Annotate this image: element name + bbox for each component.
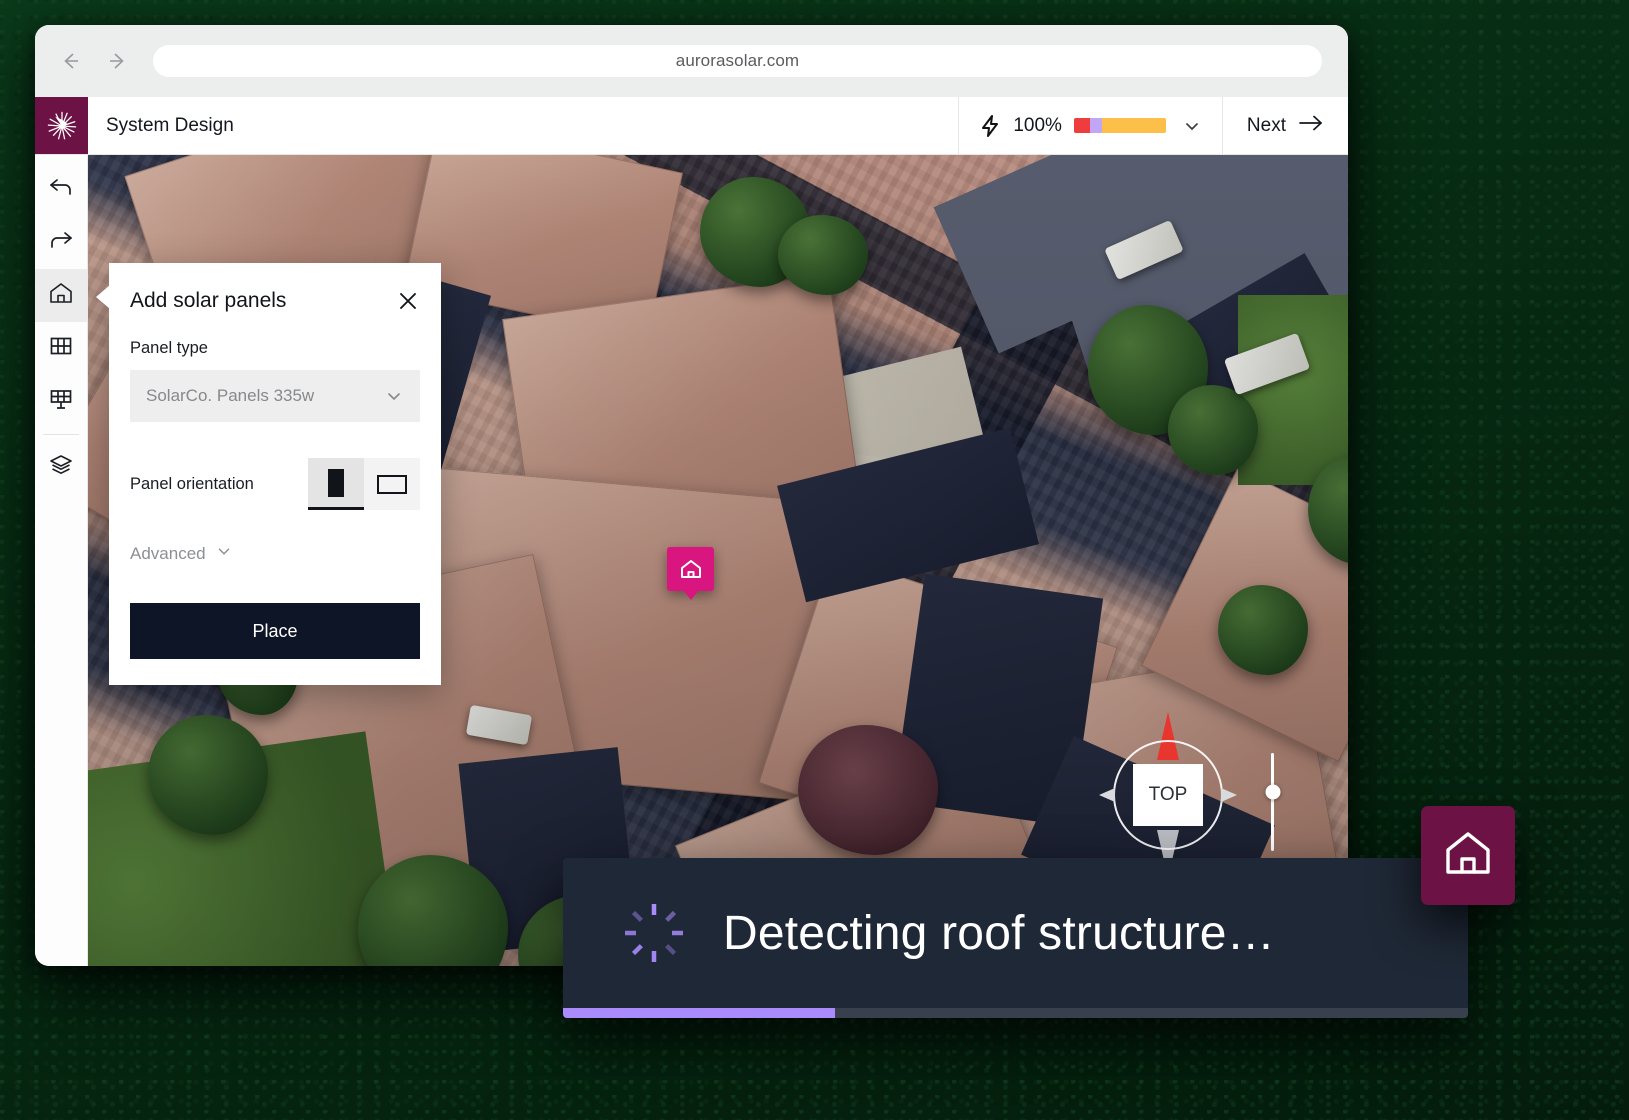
- segment-0: [1073, 118, 1091, 133]
- sidebar-item-grid[interactable]: [35, 322, 87, 375]
- capacity-percent: 100%: [1013, 114, 1062, 136]
- status-toast: Detecting roof structure…: [563, 858, 1468, 1018]
- arrow-right-icon[interactable]: [101, 44, 135, 78]
- panel-orientation-row: Panel orientation: [130, 458, 420, 510]
- solar-array-icon: [49, 387, 73, 416]
- aurora-sunburst-logo[interactable]: [35, 97, 88, 154]
- browser-chrome-bar: aurorasolar.com: [35, 25, 1348, 97]
- page-title: System Design: [106, 114, 234, 136]
- home-icon: [48, 280, 74, 311]
- sidebar-item-roof[interactable]: [35, 269, 87, 322]
- sidebar-item-array[interactable]: [35, 375, 87, 428]
- browser-window: aurorasolar.com System Design 100% Next …: [35, 25, 1348, 966]
- address-bar[interactable]: aurorasolar.com: [153, 45, 1322, 77]
- close-x-icon[interactable]: [396, 289, 420, 313]
- lightning-bolt-icon: [979, 114, 1001, 138]
- redo-arrow-icon: [48, 229, 74, 256]
- grid-panels-icon: [49, 334, 73, 363]
- panel-orientation-toggle: [308, 458, 420, 510]
- undo-arrow-icon: [48, 176, 74, 203]
- tilt-slider-handle[interactable]: [1265, 784, 1280, 800]
- compass-west-arrow: [1099, 788, 1115, 802]
- app-body: Add solar panels Panel type SolarCo. Pan…: [35, 155, 1348, 966]
- home-icon: [1441, 826, 1495, 885]
- status-progress-fill: [563, 1008, 835, 1018]
- home-pin-icon[interactable]: [667, 547, 714, 591]
- arrow-right-icon: [1298, 113, 1324, 139]
- app-header: System Design 100% Next: [35, 97, 1348, 155]
- panel-type-value: SolarCo. Panels 335w: [146, 386, 315, 405]
- compass-east-arrow: [1221, 788, 1237, 802]
- house-shortcut-card[interactable]: [1421, 806, 1515, 905]
- status-message: Detecting roof structure…: [723, 906, 1275, 960]
- status-toast-row: Detecting roof structure…: [563, 858, 1468, 1008]
- next-button-label: Next: [1246, 114, 1286, 136]
- loading-spinner-icon: [623, 902, 685, 964]
- advanced-toggle[interactable]: Advanced: [130, 542, 420, 565]
- advanced-label: Advanced: [130, 543, 206, 563]
- layers-icon: [49, 453, 73, 482]
- panel-type-select[interactable]: SolarCo. Panels 335w: [130, 370, 420, 422]
- sidebar-item-undo[interactable]: [35, 163, 87, 216]
- add-solar-panels-dialog: Add solar panels Panel type SolarCo. Pan…: [96, 263, 441, 685]
- panel-portrait-icon[interactable]: [308, 458, 364, 510]
- sidebar-item-layers[interactable]: [35, 441, 87, 494]
- status-progress-track: [563, 1008, 1468, 1018]
- chevron-down-icon: [215, 542, 233, 565]
- tilt-slider[interactable]: [1265, 753, 1280, 851]
- panel-orientation-label: Panel orientation: [130, 474, 254, 493]
- compass-widget[interactable]: TOP: [1099, 712, 1237, 878]
- panel-type-label: Panel type: [130, 339, 208, 357]
- sidebar-divider: [43, 434, 79, 435]
- panel-landscape-icon[interactable]: [364, 458, 420, 510]
- tool-sidebar: [35, 155, 88, 966]
- chevron-down-icon[interactable]: [1178, 116, 1202, 136]
- address-bar-text: aurorasolar.com: [675, 51, 800, 70]
- segment-1: [1090, 118, 1102, 133]
- satellite-map[interactable]: Add solar panels Panel type SolarCo. Pan…: [88, 155, 1348, 966]
- capacity-segment-bar: [1073, 118, 1166, 133]
- dialog-title: Add solar panels: [130, 289, 287, 312]
- segment-2: [1101, 118, 1166, 133]
- next-button[interactable]: Next: [1221, 97, 1348, 154]
- chevron-down-icon: [384, 386, 404, 406]
- place-button[interactable]: Place: [130, 603, 420, 659]
- sidebar-item-redo[interactable]: [35, 216, 87, 269]
- dialog-header: Add solar panels: [130, 289, 420, 313]
- arrow-left-icon[interactable]: [53, 44, 87, 78]
- compass-view-label: TOP: [1133, 764, 1203, 826]
- system-capacity-meter[interactable]: 100%: [958, 97, 1222, 154]
